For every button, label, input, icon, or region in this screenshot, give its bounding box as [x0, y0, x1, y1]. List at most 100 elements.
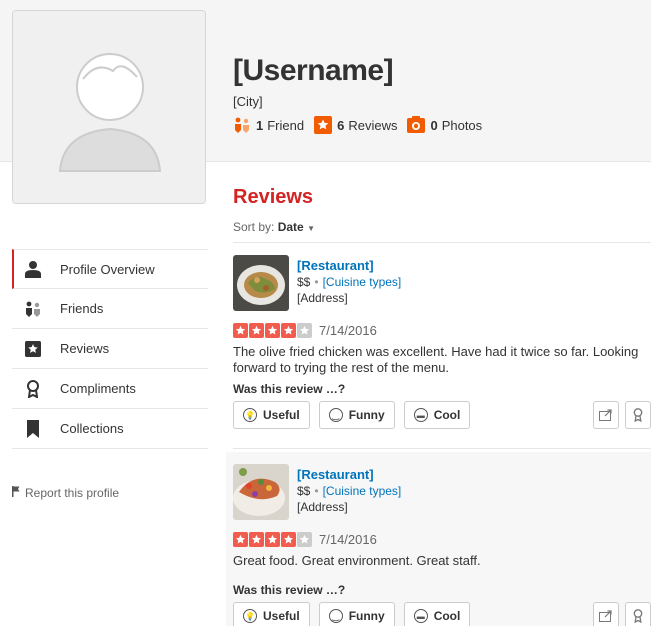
star-filled-icon — [265, 532, 280, 547]
compliment-button[interactable] — [625, 401, 651, 429]
reviews-label: Reviews — [348, 117, 398, 133]
review-star-icon — [314, 116, 333, 134]
lightbulb-icon: 💡 — [243, 609, 257, 623]
sidebar-item-label: Profile Overview — [60, 261, 155, 277]
star-filled-icon — [249, 532, 264, 547]
person-icon — [24, 260, 42, 278]
username: [Username] — [233, 54, 394, 87]
sort-value: Date — [277, 220, 304, 234]
cool-button[interactable]: ▬ Cool — [403, 401, 471, 429]
profile-sidebar-nav: Profile Overview Friends Reviews Complim… — [12, 249, 208, 449]
flag-icon — [12, 486, 20, 500]
divider — [233, 448, 651, 449]
price-range: $$ — [297, 275, 311, 289]
avatar — [12, 10, 206, 204]
sidebar-item-label: Compliments — [60, 381, 136, 396]
star-rating — [233, 532, 313, 547]
star-filled-icon — [265, 323, 280, 338]
vote-row: 💡 Useful ‿ Funny ▬ Cool — [233, 601, 651, 626]
share-icon — [599, 610, 612, 622]
business-info: [Restaurant] $$ • [Cuisine types] [Address… — [233, 255, 651, 315]
star-filled-icon — [249, 323, 264, 338]
profile-stats: 1 Friend 6 Reviews 0 Photos — [233, 116, 492, 134]
photos-stat[interactable]: 0 Photos — [407, 116, 482, 134]
star-empty-icon — [297, 532, 312, 547]
friends-count: 1 — [256, 117, 264, 133]
sidebar-item-label: Collections — [60, 421, 124, 436]
funny-label: Funny — [348, 609, 385, 623]
business-details: [Restaurant] $$ • [Cuisine types] [Address… — [297, 255, 401, 315]
business-photo[interactable] — [233, 464, 289, 520]
bookmark-icon — [24, 419, 42, 438]
review-card: [Restaurant] $$ • [Cuisine types] [Address… — [226, 452, 651, 626]
rating-row: 7/14/2016 — [233, 532, 651, 547]
divider — [233, 242, 651, 243]
compliment-icon — [633, 408, 643, 422]
sunglasses-icon: ▬ — [413, 609, 428, 623]
business-photo[interactable] — [233, 255, 289, 311]
business-name-link[interactable]: [Restaurant] — [297, 467, 401, 483]
useful-label: Useful — [263, 408, 300, 422]
useful-label: Useful — [263, 609, 300, 623]
camera-icon — [407, 116, 426, 134]
cool-button[interactable]: ▬ Cool — [403, 602, 471, 626]
sidebar-item-profile-overview[interactable]: Profile Overview — [12, 249, 208, 289]
photos-count: 0 — [430, 117, 438, 133]
review-text: The olive fried chicken was excellent. H… — [233, 344, 639, 375]
business-name-link[interactable]: [Restaurant] — [297, 258, 401, 274]
star-rating — [233, 323, 313, 338]
separator-dot: • — [314, 275, 319, 289]
separator-dot: • — [314, 484, 319, 498]
star-filled-icon — [281, 532, 296, 547]
review-date: 7/14/2016 — [319, 323, 377, 338]
report-profile-link[interactable]: Report this profile — [12, 486, 119, 500]
reviews-count: 6 — [337, 117, 345, 133]
cool-label: Cool — [433, 609, 461, 623]
reviews-heading: Reviews — [233, 186, 314, 208]
star-filled-icon — [233, 323, 248, 338]
default-user-icon — [13, 11, 205, 203]
sidebar-item-label: Reviews — [60, 341, 110, 356]
share-button[interactable] — [593, 401, 619, 429]
funny-button[interactable]: ‿ Funny — [318, 401, 395, 429]
smiley-icon: ‿ — [328, 609, 343, 623]
business-meta: $$ • [Cuisine types] — [297, 274, 401, 290]
sidebar-item-friends[interactable]: Friends — [12, 289, 208, 329]
review-card: [Restaurant] $$ • [Cuisine types] [Address… — [233, 255, 651, 430]
funny-button[interactable]: ‿ Funny — [318, 602, 395, 626]
compliment-button[interactable] — [625, 602, 651, 626]
smiley-icon: ‿ — [328, 408, 343, 422]
chevron-down-icon: ▼ — [307, 224, 315, 233]
cool-label: Cool — [433, 408, 461, 422]
cuisine-link[interactable]: [Cuisine types] — [323, 275, 402, 289]
sunglasses-icon: ▬ — [413, 408, 428, 422]
star-filled-icon — [233, 532, 248, 547]
funny-label: Funny — [348, 408, 385, 422]
reviews-stat[interactable]: 6 Reviews — [314, 116, 397, 134]
user-city: [City] — [233, 94, 263, 109]
friends-stat[interactable]: 1 Friend — [233, 116, 304, 134]
compliment-icon — [24, 379, 42, 398]
star-filled-icon — [281, 323, 296, 338]
photos-label: Photos — [441, 117, 483, 133]
sidebar-item-label: Friends — [60, 301, 104, 316]
star-icon — [24, 340, 42, 358]
cuisine-link[interactable]: [Cuisine types] — [323, 484, 402, 498]
friends-icon — [24, 300, 42, 318]
vote-row: 💡 Useful ‿ Funny ▬ Cool — [233, 400, 651, 430]
friends-label: Friend — [267, 117, 305, 133]
review-date: 7/14/2016 — [319, 532, 377, 547]
lightbulb-icon: 💡 — [243, 408, 257, 422]
friends-icon — [233, 116, 251, 134]
sidebar-item-collections[interactable]: Collections — [12, 409, 208, 449]
share-button[interactable] — [593, 602, 619, 626]
sidebar-item-compliments[interactable]: Compliments — [12, 369, 208, 409]
sort-prefix: Sort by: — [233, 220, 275, 234]
useful-button[interactable]: 💡 Useful — [233, 401, 310, 429]
sidebar-item-reviews[interactable]: Reviews — [12, 329, 208, 369]
business-meta: $$ • [Cuisine types] — [297, 483, 401, 499]
helpful-prompt: Was this review …? — [233, 583, 346, 597]
sort-control[interactable]: Sort by: Date ▼ — [233, 220, 315, 234]
price-range: $$ — [297, 484, 311, 498]
useful-button[interactable]: 💡 Useful — [233, 602, 310, 626]
